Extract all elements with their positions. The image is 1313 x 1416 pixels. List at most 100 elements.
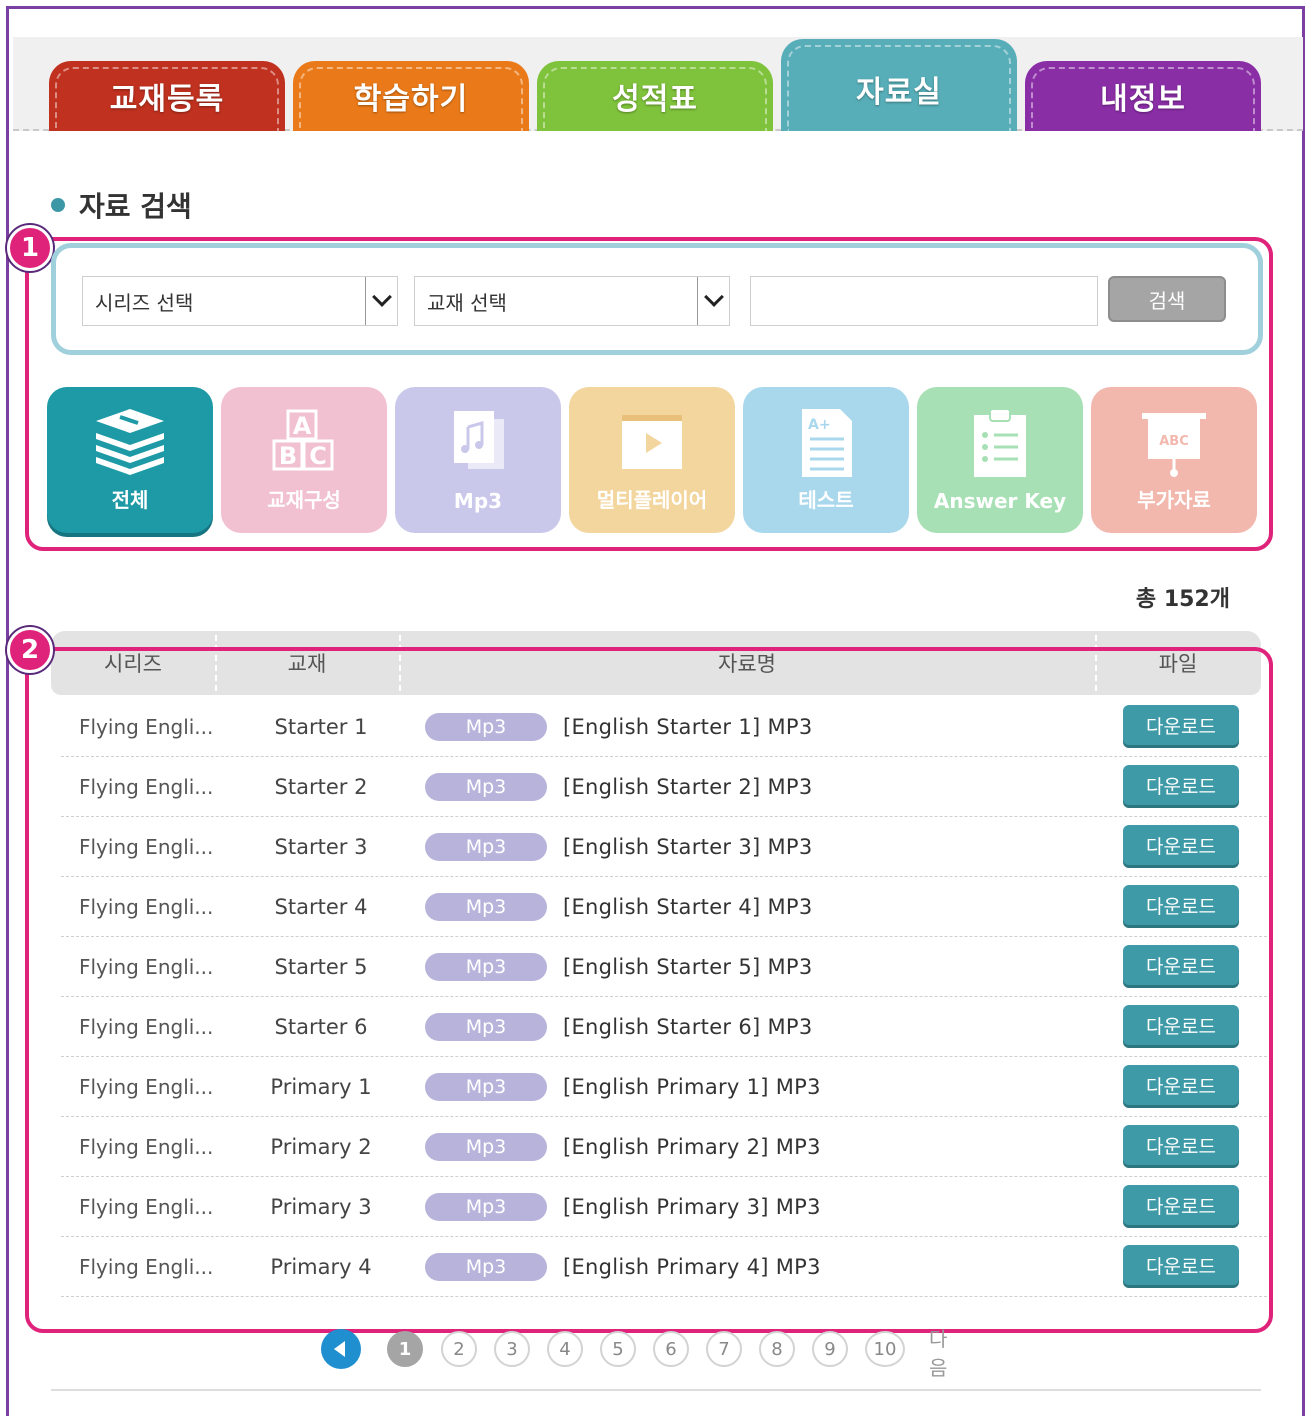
type-badge: Mp3 (425, 1073, 547, 1101)
svg-text:B: B (279, 442, 297, 470)
download-button[interactable]: 다운로드 (1123, 885, 1239, 925)
music-file-icon (438, 405, 518, 481)
series-select-value: 시리즈 선택 (95, 290, 194, 315)
resource-name-cell: [English Starter 1] MP3 (563, 715, 813, 739)
clipboard-checklist-icon (960, 405, 1040, 481)
table-row: Flying Engli... Starter 3 Mp3 [English Star… (61, 817, 1267, 877)
category-label: Mp3 (453, 489, 503, 513)
series-cell: Flying Engli... (79, 1195, 214, 1219)
page-frame: 교재등록 학습하기 성적표 자료실 내정보 자료 검색 1 시리즈 선택 교재 … (6, 6, 1305, 1416)
download-button[interactable]: 다운로드 (1123, 705, 1239, 745)
type-badge: Mp3 (425, 713, 547, 741)
callout-number-2: 2 (7, 627, 53, 673)
category-supplementary[interactable]: ABC 부가자료 (1091, 387, 1257, 533)
series-cell: Flying Engli... (79, 1015, 214, 1039)
page-6[interactable]: 6 (653, 1331, 689, 1367)
type-badge: Mp3 (425, 833, 547, 861)
table-row: Flying Engli... Starter 2 Mp3 [English Star… (61, 757, 1267, 817)
category-multiplayer[interactable]: 멀티플레이어 (569, 387, 735, 533)
page-9[interactable]: 9 (812, 1331, 848, 1367)
series-cell: Flying Engli... (79, 835, 214, 859)
category-label: 전체 (111, 488, 149, 512)
category-answer-key[interactable]: Answer Key (917, 387, 1083, 533)
category-label: 테스트 (798, 488, 854, 512)
series-cell: Flying Engli... (79, 715, 214, 739)
page-1[interactable]: 1 (387, 1331, 423, 1367)
total-suffix: 개 (1209, 587, 1230, 612)
tab-textbook-register[interactable]: 교재등록 (49, 61, 285, 131)
tab-study[interactable]: 학습하기 (293, 61, 529, 131)
page-10[interactable]: 10 (865, 1331, 905, 1367)
chevron-down-icon[interactable] (365, 277, 397, 325)
table-row: Flying Engli... Starter 6 Mp3 [English Star… (61, 997, 1267, 1057)
book-cell: Starter 2 (274, 775, 368, 799)
series-cell: Flying Engli... (79, 1255, 214, 1279)
total-number: 152 (1163, 587, 1210, 612)
prev-page-icon[interactable] (321, 1329, 361, 1369)
tab-label: 교재등록 (109, 82, 225, 117)
callout-number-1: 1 (7, 225, 53, 271)
chevron-down-icon[interactable] (697, 277, 729, 325)
book-cell: Primary 4 (270, 1255, 372, 1279)
table-row: Flying Engli... Primary 1 Mp3 [English Prim… (61, 1057, 1267, 1117)
search-button[interactable]: 검색 (1108, 276, 1226, 322)
tab-label: 학습하기 (353, 82, 469, 117)
page-5[interactable]: 5 (600, 1331, 636, 1367)
table-row: Flying Engli... Primary 3 Mp3 [English Prim… (61, 1177, 1267, 1237)
download-button[interactable]: 다운로드 (1123, 1245, 1239, 1285)
presentation-board-icon: ABC (1134, 405, 1214, 481)
category-mp3[interactable]: Mp3 (395, 387, 561, 533)
download-button[interactable]: 다운로드 (1123, 825, 1239, 865)
table-row: Flying Engli... Starter 4 Mp3 [English Star… (61, 877, 1267, 937)
table-row: Flying Engli... Primary 2 Mp3 [English Prim… (61, 1117, 1267, 1177)
page-2[interactable]: 2 (441, 1331, 477, 1367)
type-badge: Mp3 (425, 1193, 547, 1221)
table-row: Flying Engli... Primary 4 Mp3 [English Prim… (61, 1237, 1267, 1297)
resource-name-cell: [English Primary 1] MP3 (563, 1075, 821, 1099)
page-8[interactable]: 8 (759, 1331, 795, 1367)
bottom-divider (51, 1389, 1261, 1391)
resource-name-cell: [English Starter 3] MP3 (563, 835, 813, 859)
bullet-dot-icon (51, 198, 65, 212)
series-cell: Flying Engli... (79, 1135, 214, 1159)
download-button[interactable]: 다운로드 (1123, 1005, 1239, 1045)
book-select-value: 교재 선택 (427, 290, 507, 315)
book-cell: Starter 6 (274, 1015, 368, 1039)
book-cell: Starter 1 (274, 715, 368, 739)
abc-blocks-icon: ABC (264, 405, 344, 481)
book-cell: Starter 3 (274, 835, 368, 859)
category-textbook[interactable]: ABC 교재구성 (221, 387, 387, 533)
book-cell: Primary 3 (270, 1195, 372, 1219)
page-7[interactable]: 7 (706, 1331, 742, 1367)
category-all[interactable]: 전체 (47, 387, 213, 533)
tab-resources[interactable]: 자료실 (781, 39, 1017, 131)
series-select[interactable]: 시리즈 선택 (82, 276, 398, 326)
download-button[interactable]: 다운로드 (1123, 1065, 1239, 1105)
section-title-text: 자료 검색 (79, 190, 192, 223)
book-select[interactable]: 교재 선택 (414, 276, 730, 326)
type-badge: Mp3 (425, 893, 547, 921)
resource-name-cell: [English Starter 5] MP3 (563, 955, 813, 979)
search-input[interactable] (750, 276, 1098, 326)
download-button[interactable]: 다운로드 (1123, 765, 1239, 805)
tab-report-card[interactable]: 성적표 (537, 61, 773, 131)
series-cell: Flying Engli... (79, 895, 214, 919)
category-test[interactable]: A+ 테스트 (743, 387, 909, 533)
table-row: Flying Engli... Starter 5 Mp3 [English Star… (61, 937, 1267, 997)
download-button[interactable]: 다운로드 (1123, 1185, 1239, 1225)
stack-books-icon (90, 405, 170, 481)
page-4[interactable]: 4 (547, 1331, 583, 1367)
download-button[interactable]: 다운로드 (1123, 945, 1239, 985)
book-cell: Starter 4 (274, 895, 368, 919)
tab-my-info[interactable]: 내정보 (1025, 61, 1261, 131)
type-badge: Mp3 (425, 773, 547, 801)
page-3[interactable]: 3 (494, 1331, 530, 1367)
next-page-link[interactable]: 다음 (929, 1323, 947, 1381)
download-button[interactable]: 다운로드 (1123, 1125, 1239, 1165)
tab-label: 자료실 (856, 75, 942, 110)
svg-text:A: A (293, 412, 312, 440)
svg-text:A+: A+ (808, 417, 831, 433)
book-cell: Starter 5 (274, 955, 368, 979)
search-panel: 시리즈 선택 교재 선택 검색 (51, 243, 1263, 355)
type-badge: Mp3 (425, 1133, 547, 1161)
